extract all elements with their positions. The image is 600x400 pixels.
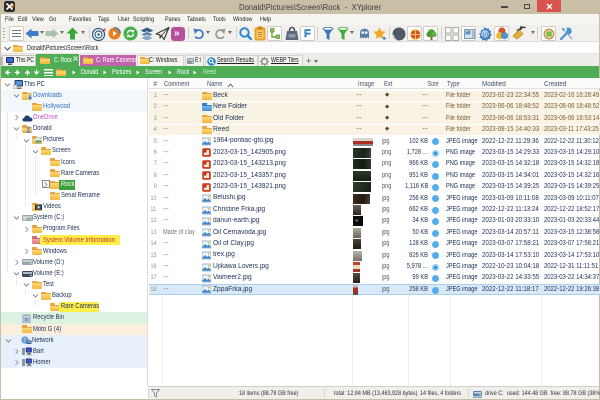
svg-text:10: 10 bbox=[482, 32, 488, 38]
